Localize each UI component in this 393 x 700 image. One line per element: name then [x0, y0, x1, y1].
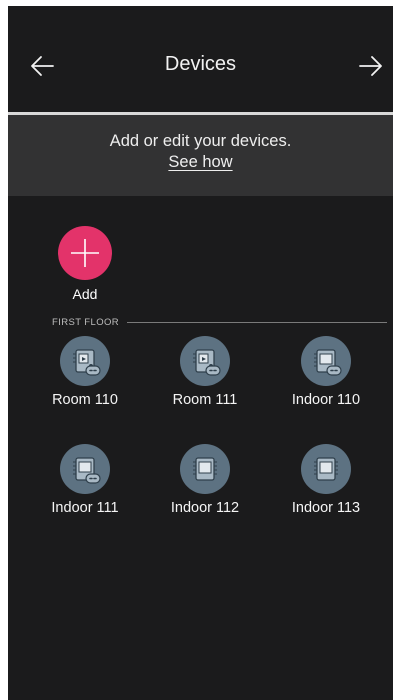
- device-item-indoor-110[interactable]: Indoor 110: [276, 336, 376, 408]
- add-device-button[interactable]: Add: [58, 226, 112, 302]
- device-circle: [301, 444, 351, 494]
- forward-button[interactable]: [351, 46, 391, 86]
- indoor-device-icon: [193, 457, 217, 481]
- device-label: Room 111: [172, 392, 238, 408]
- device-circle: [301, 336, 351, 386]
- device-label: Room 110: [52, 392, 118, 408]
- arrow-right-icon: [359, 56, 382, 76]
- plus-icon: [71, 239, 99, 267]
- section-divider: [127, 321, 387, 323]
- device-item-room-111[interactable]: Room 111: [155, 336, 255, 408]
- device-item-indoor-113[interactable]: Indoor 113: [276, 444, 376, 516]
- device-circle: [180, 444, 230, 494]
- device-label: Indoor 112: [170, 500, 240, 516]
- device-circle: [60, 444, 110, 494]
- banner-text: Add or edit your devices.: [109, 132, 292, 150]
- devices-screen: Devices Add or edit your devices. See ho…: [8, 6, 393, 700]
- header-bar: Devices: [8, 6, 393, 112]
- device-label: Indoor 110: [291, 392, 361, 408]
- see-how-link[interactable]: See how: [8, 153, 393, 172]
- device-item-indoor-112[interactable]: Indoor 112: [155, 444, 255, 516]
- add-label: Add: [72, 286, 98, 302]
- device-label: Indoor 111: [51, 500, 119, 516]
- room-device-linked-icon: [193, 349, 221, 376]
- room-device-linked-icon: [73, 349, 101, 376]
- device-item-room-110[interactable]: Room 110: [35, 336, 135, 408]
- device-circle: [60, 336, 110, 386]
- device-circle: [180, 336, 230, 386]
- device-label: Indoor 113: [291, 500, 361, 516]
- section-header: FIRST FLOOR: [52, 315, 387, 329]
- page-title: Devices: [164, 53, 237, 75]
- info-banner: Add or edit your devices. See how: [8, 115, 393, 196]
- indoor-device-icon: [314, 457, 338, 481]
- add-circle: [58, 226, 112, 280]
- section-label: FIRST FLOOR: [52, 316, 120, 328]
- device-item-indoor-111[interactable]: Indoor 111: [35, 444, 135, 516]
- indoor-device-linked-icon: [73, 457, 101, 484]
- indoor-device-linked-icon: [314, 349, 342, 376]
